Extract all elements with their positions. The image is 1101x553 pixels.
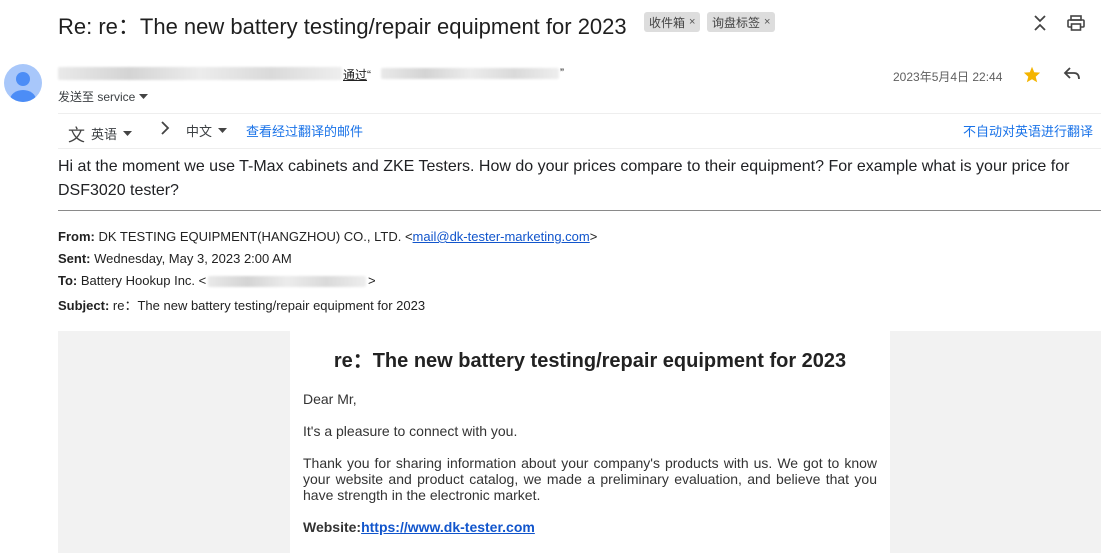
quoted-subject: Subject: re：The new battery testing/repa… [58,295,425,314]
reply-icon[interactable] [1063,66,1081,87]
label-chip-inbox[interactable]: 收件箱 × [644,12,701,32]
star-icon[interactable] [1023,66,1041,88]
remove-label-icon[interactable]: × [764,16,770,28]
to-label: To: [58,273,78,288]
remove-label-icon[interactable]: × [689,16,695,28]
from-email-link[interactable]: mail@dk-tester-marketing.com [413,229,590,244]
quoted-to: To: Battery Hookup Inc. < [58,273,206,288]
from-close: > [589,229,598,244]
from-label: From: [58,229,95,244]
email-subject: Re: re：The new battery testing/repair eq… [58,14,627,39]
sent-to-label: 发送至 service [58,90,136,104]
sender-via: 通过“ [343,66,371,83]
quoted-from: From: DK TESTING EQUIPMENT(HANGZHOU) CO.… [58,229,597,244]
sent-value: Wednesday, May 3, 2023 2:00 AM [94,251,292,266]
via-quote-close: ” [560,66,564,80]
to-value: Battery Hookup Inc. < [80,273,207,288]
target-language-select[interactable]: 中文 [186,121,228,140]
to-close: > [368,273,376,288]
caret-down-icon [123,130,133,136]
website-label: Website: [303,519,362,535]
print-icon[interactable] [1065,12,1087,34]
card-website: Website:https://www.dk-tester.com [303,519,877,535]
label-chip-text: 询盘标签 [712,15,761,30]
website-link[interactable]: https://www.dk-tester.com [361,519,535,535]
card-paragraph-2: Thank you for sharing information about … [303,455,877,503]
view-translated-link[interactable]: 查看经过翻译的邮件 [246,121,363,140]
translate-icon: 文 [68,126,85,145]
subject-value: re：The new battery testing/repair equipm… [112,298,426,313]
email-date: 2023年5月4日 22:44 [893,70,1003,84]
source-language-select[interactable]: 文 英语 [68,121,133,146]
avatar[interactable] [4,64,42,102]
redacted-via-domain [381,68,559,79]
sent-label: Sent: [58,251,91,266]
from-name: DK TESTING EQUIPMENT(HANGZHOU) CO., LTD.… [98,229,413,244]
via-quote-open: “ [367,68,372,82]
label-chip-text: 收件箱 [649,15,686,30]
source-language-label: 英语 [91,127,118,142]
card-paragraph-1: It's a pleasure to connect with you. [303,423,518,439]
chevron-right-icon [160,121,170,140]
caret-down-icon [218,127,228,133]
card-greeting: Dear Mr, [303,391,357,407]
no-auto-translate-link[interactable]: 不自动对英语进行翻译 [963,121,1093,140]
redacted-to-email [208,276,366,287]
via-text: 通过 [343,68,368,82]
target-language-label: 中文 [186,124,213,139]
quote-divider [58,210,1101,211]
expand-collapse-icon[interactable] [1029,12,1051,34]
redacted-sender-name [58,67,342,80]
card-title: re：The new battery testing/repair equipm… [333,350,847,372]
subject-label: Subject: [58,298,110,313]
sent-to-dropdown[interactable]: 发送至 service [58,88,149,105]
caret-down-icon [139,93,149,99]
label-chip-inquiry[interactable]: 询盘标签 × [707,12,776,32]
quoted-sent: Sent: Wednesday, May 3, 2023 2:00 AM [58,251,292,266]
message-body: Hi at the moment we use T-Max cabinets a… [58,158,1070,199]
